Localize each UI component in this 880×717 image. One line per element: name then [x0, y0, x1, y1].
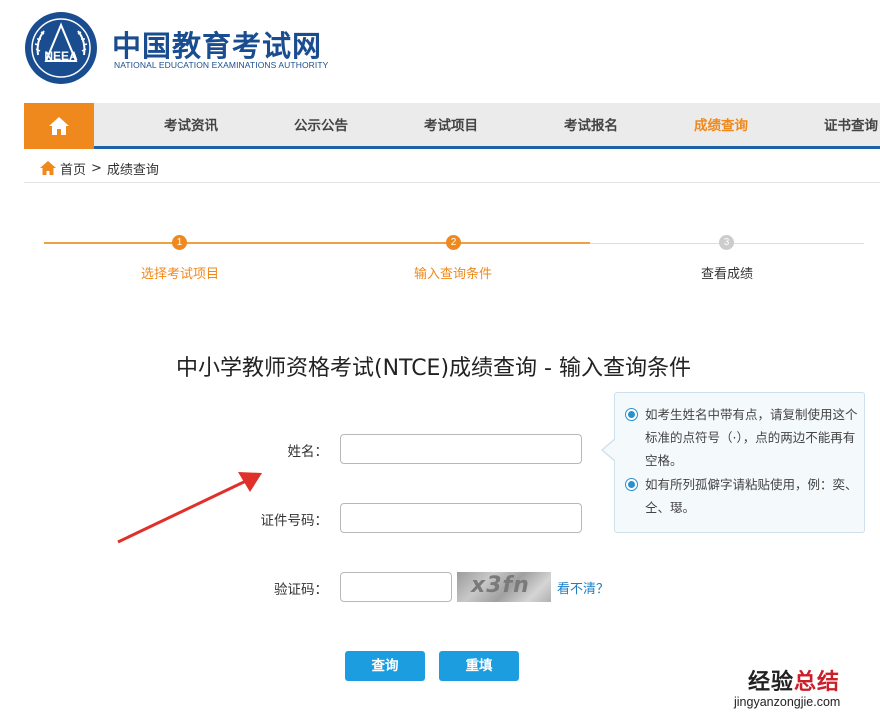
step-3-badge: 3	[719, 235, 734, 250]
site-title-cn: 中国教育考试网	[112, 29, 323, 63]
captcha-input[interactable]	[340, 572, 452, 602]
breadcrumb-separator: >	[91, 160, 102, 176]
step-2-badge: 2	[446, 235, 461, 250]
tip-text-dot-name: 如考生姓名中带有点，请复制使用这个标准的点符号（·），点的两边不能再有空格。	[645, 407, 858, 468]
nav-item-score-query[interactable]: 成绩查询	[694, 103, 748, 149]
tip-bullet-icon	[625, 408, 638, 421]
step-2-label: 输入查询条件	[413, 267, 492, 282]
main-nav: 考试资讯 公示公告 考试项目 考试报名 成绩查询 证书查询	[24, 103, 880, 149]
nav-item-notices[interactable]: 公示公告	[294, 103, 348, 149]
site-title-en: NATIONAL EDUCATION EXAMINATIONS AUTHORIT…	[114, 60, 329, 70]
nav-item-news[interactable]: 考试资讯	[164, 103, 218, 149]
breadcrumb-current: 成绩查询	[106, 162, 159, 178]
tip-text-rare-chars: 如有所列孤僻字请粘贴使用，例：奕、仝、璱。	[645, 477, 858, 515]
home-icon	[49, 117, 69, 135]
captcha-image[interactable]: x3fn	[457, 572, 551, 602]
watermark-black-text: 经验	[748, 670, 795, 695]
watermark-url: jingyanzongjie.com	[734, 695, 841, 709]
name-input[interactable]	[340, 434, 582, 464]
step-1-label: 选择考试项目	[140, 267, 219, 282]
tip-item: 如考生姓名中带有点，请复制使用这个标准的点符号（·），点的两边不能再有空格。	[625, 403, 859, 472]
seal-text: NEEA	[44, 49, 78, 63]
name-label: 姓名：	[287, 444, 329, 460]
nav-item-certificate-query[interactable]: 证书查询	[824, 103, 878, 149]
tip-arrow-inner	[603, 439, 616, 461]
captcha-image-text: x3fn	[471, 573, 530, 598]
neea-seal-icon: NEEA	[25, 12, 97, 84]
site-logo[interactable]: NEEA 中国教育考试网 NATIONAL EDUCATION EXAMINAT…	[24, 11, 344, 85]
step-3-label: 查看成绩	[700, 267, 753, 282]
reset-button[interactable]: 重填	[439, 651, 519, 681]
watermark-title: 经验总结	[748, 664, 840, 696]
nav-home-button[interactable]	[24, 103, 94, 149]
page-title: 中小学教师资格考试(NTCE)成绩查询 - 输入查询条件	[176, 356, 691, 381]
breadcrumb: 首页 > 成绩查询	[24, 154, 880, 183]
step-progress-line-done	[44, 242, 590, 244]
tip-box: 如考生姓名中带有点，请复制使用这个标准的点符号（·），点的两边不能再有空格。 如…	[614, 392, 865, 533]
step-1-badge: 1	[172, 235, 187, 250]
watermark-red-text: 总结	[794, 670, 841, 695]
captcha-label: 验证码：	[274, 582, 328, 598]
breadcrumb-home-icon	[40, 161, 56, 175]
nav-item-registration[interactable]: 考试报名	[564, 103, 618, 149]
submit-query-button[interactable]: 查询	[345, 651, 425, 681]
tip-bullet-icon	[625, 478, 638, 491]
red-arrow-annotation-icon	[117, 472, 262, 544]
nav-item-exams[interactable]: 考试项目	[424, 103, 478, 149]
breadcrumb-home-link[interactable]: 首页	[60, 159, 86, 178]
tip-item: 如有所列孤僻字请粘贴使用，例：奕、仝、璱。	[625, 473, 859, 519]
id-number-input[interactable]	[340, 503, 582, 533]
captcha-refresh-link[interactable]: 看不清？	[557, 578, 609, 597]
